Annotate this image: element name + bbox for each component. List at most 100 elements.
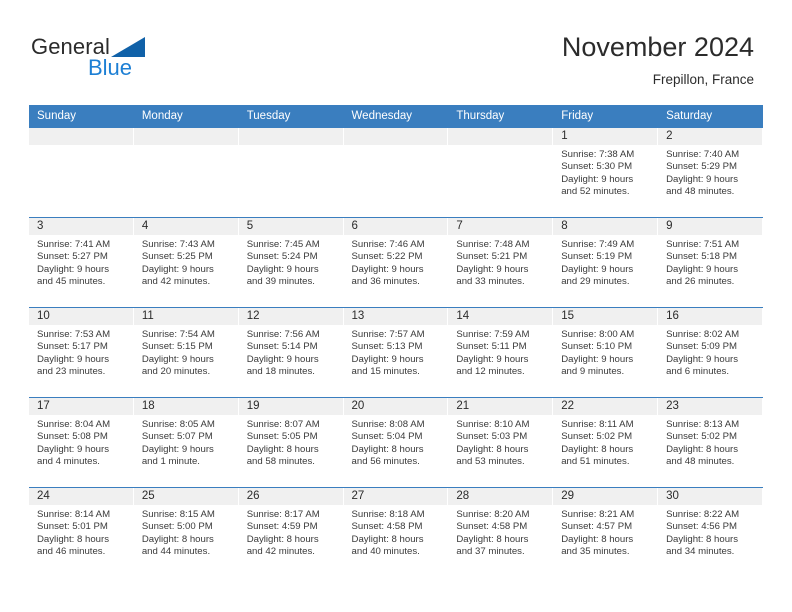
day-detail-sunset: Sunset: 5:19 PM bbox=[561, 251, 633, 263]
day-detail-sunset: Sunset: 5:17 PM bbox=[37, 341, 108, 353]
day-detail-daylight-1: Daylight: 9 hours bbox=[37, 263, 109, 275]
weekday-header-row: Sunday Monday Tuesday Wednesday Thursday… bbox=[29, 105, 763, 128]
day-cell: 20 Sunrise: 8:08 AM Sunset: 5:04 PM Dayligh… bbox=[343, 398, 449, 487]
day-detail-daylight-2: and 51 minutes. bbox=[561, 456, 630, 468]
calendar-day-cell bbox=[343, 127, 449, 218]
day-number: 25 bbox=[133, 488, 238, 505]
day-number: 27 bbox=[343, 488, 448, 505]
weekday-header-sunday: Sunday bbox=[29, 105, 134, 128]
day-cell: 25 Sunrise: 8:15 AM Sunset: 5:00 PM Dayligh… bbox=[133, 488, 239, 577]
day-detail-daylight-2: and 15 minutes. bbox=[351, 366, 420, 378]
day-cell-empty bbox=[238, 128, 344, 217]
calendar-day-cell[interactable]: 15 Sunrise: 8:00 AM Sunset: 5:10 PM Dayligh… bbox=[553, 307, 659, 398]
calendar-day-cell[interactable]: 2 Sunrise: 7:40 AM Sunset: 5:29 PM Daylight… bbox=[658, 127, 763, 218]
day-detail-sunrise: Sunrise: 7:40 AM bbox=[666, 149, 740, 160]
day-detail-daylight-1: Daylight: 9 hours bbox=[351, 263, 424, 275]
calendar-week-row: 17 Sunrise: 8:04 AM Sunset: 5:08 PM Dayligh… bbox=[29, 397, 763, 488]
calendar-day-cell[interactable]: 30 Sunrise: 8:22 AM Sunset: 4:56 PM Dayligh… bbox=[658, 487, 763, 577]
day-detail-daylight-2: and 18 minutes. bbox=[246, 366, 315, 378]
day-detail-daylight-1: Daylight: 9 hours bbox=[351, 353, 424, 365]
calendar-day-cell[interactable]: 18 Sunrise: 8:05 AM Sunset: 5:07 PM Dayligh… bbox=[133, 397, 239, 488]
day-number: 8 bbox=[553, 218, 658, 235]
calendar-day-cell[interactable]: 26 Sunrise: 8:17 AM Sunset: 4:59 PM Dayligh… bbox=[238, 487, 344, 577]
calendar-day-cell[interactable]: 22 Sunrise: 8:11 AM Sunset: 5:02 PM Dayligh… bbox=[553, 397, 659, 488]
day-detail-sunrise: Sunrise: 7:51 AM bbox=[666, 239, 740, 250]
calendar-day-cell[interactable]: 7 Sunrise: 7:48 AM Sunset: 5:21 PM Daylight… bbox=[448, 217, 554, 308]
calendar-day-cell bbox=[29, 127, 134, 218]
calendar-day-cell[interactable]: 19 Sunrise: 8:07 AM Sunset: 5:05 PM Dayligh… bbox=[238, 397, 344, 488]
calendar-day-cell[interactable]: 16 Sunrise: 8:02 AM Sunset: 5:09 PM Dayligh… bbox=[658, 307, 763, 398]
calendar-day-cell[interactable]: 12 Sunrise: 7:56 AM Sunset: 5:14 PM Dayligh… bbox=[238, 307, 344, 398]
day-details: Sunrise: 8:13 AM Sunset: 5:02 PM Daylight:… bbox=[658, 415, 762, 469]
day-detail-sunset: Sunset: 5:18 PM bbox=[666, 251, 737, 263]
calendar-day-cell[interactable]: 8 Sunrise: 7:49 AM Sunset: 5:19 PM Daylight… bbox=[553, 217, 659, 308]
day-cell: 6 Sunrise: 7:46 AM Sunset: 5:22 PM Daylight… bbox=[343, 218, 449, 307]
day-number: 1 bbox=[553, 128, 658, 145]
calendar-day-cell[interactable]: 13 Sunrise: 7:57 AM Sunset: 5:13 PM Dayligh… bbox=[343, 307, 449, 398]
day-detail-sunset: Sunset: 5:14 PM bbox=[246, 341, 318, 353]
day-detail-daylight-2: and 44 minutes. bbox=[141, 546, 211, 558]
day-detail-sunset: Sunset: 5:22 PM bbox=[351, 251, 423, 263]
day-detail-daylight-1: Daylight: 8 hours bbox=[456, 443, 529, 455]
day-detail-sunrise: Sunrise: 7:45 AM bbox=[246, 239, 320, 250]
day-detail-sunset: Sunset: 5:00 PM bbox=[141, 521, 213, 533]
weekday-header-tuesday: Tuesday bbox=[238, 105, 344, 128]
day-details: Sunrise: 7:59 AM Sunset: 5:11 PM Daylight:… bbox=[448, 325, 552, 379]
day-cell: 27 Sunrise: 8:18 AM Sunset: 4:58 PM Dayligh… bbox=[343, 488, 449, 577]
day-number: 23 bbox=[658, 398, 762, 415]
day-details: Sunrise: 8:18 AM Sunset: 4:58 PM Daylight:… bbox=[344, 505, 448, 559]
day-detail-daylight-2: and 39 minutes. bbox=[246, 276, 315, 288]
day-detail-sunrise: Sunrise: 7:43 AM bbox=[141, 239, 215, 250]
calendar-day-cell[interactable]: 4 Sunrise: 7:43 AM Sunset: 5:25 PM Daylight… bbox=[133, 217, 239, 308]
day-detail-sunrise: Sunrise: 8:07 AM bbox=[246, 419, 320, 430]
day-detail-daylight-1: Daylight: 8 hours bbox=[561, 533, 634, 545]
day-detail-daylight-1: Daylight: 8 hours bbox=[246, 443, 319, 455]
day-details: Sunrise: 7:40 AM Sunset: 5:29 PM Daylight:… bbox=[658, 145, 762, 199]
calendar-day-cell[interactable]: 23 Sunrise: 8:13 AM Sunset: 5:02 PM Dayligh… bbox=[658, 397, 763, 488]
day-details: Sunrise: 7:45 AM Sunset: 5:24 PM Daylight:… bbox=[239, 235, 343, 289]
day-number: 9 bbox=[658, 218, 762, 235]
day-number: 15 bbox=[553, 308, 658, 325]
calendar-day-cell[interactable]: 28 Sunrise: 8:20 AM Sunset: 4:58 PM Dayligh… bbox=[448, 487, 554, 577]
day-detail-daylight-2: and 29 minutes. bbox=[561, 276, 630, 288]
day-details: Sunrise: 8:05 AM Sunset: 5:07 PM Daylight:… bbox=[134, 415, 238, 469]
calendar-day-cell[interactable]: 6 Sunrise: 7:46 AM Sunset: 5:22 PM Daylight… bbox=[343, 217, 449, 308]
day-detail-daylight-1: Daylight: 9 hours bbox=[666, 263, 739, 275]
day-details: Sunrise: 8:21 AM Sunset: 4:57 PM Daylight:… bbox=[553, 505, 657, 559]
day-detail-sunset: Sunset: 5:15 PM bbox=[141, 341, 213, 353]
day-detail-daylight-2: and 1 minute. bbox=[141, 456, 200, 468]
calendar-day-cell[interactable]: 14 Sunrise: 7:59 AM Sunset: 5:11 PM Dayligh… bbox=[448, 307, 554, 398]
day-cell: 13 Sunrise: 7:57 AM Sunset: 5:13 PM Dayligh… bbox=[343, 308, 449, 397]
day-detail-sunrise: Sunrise: 8:22 AM bbox=[666, 509, 740, 520]
calendar-day-cell[interactable]: 20 Sunrise: 8:08 AM Sunset: 5:04 PM Dayligh… bbox=[343, 397, 449, 488]
calendar-day-cell[interactable]: 3 Sunrise: 7:41 AM Sunset: 5:27 PM Daylight… bbox=[29, 217, 134, 308]
calendar-day-cell[interactable]: 27 Sunrise: 8:18 AM Sunset: 4:58 PM Dayligh… bbox=[343, 487, 449, 577]
calendar-day-cell[interactable]: 29 Sunrise: 8:21 AM Sunset: 4:57 PM Dayligh… bbox=[553, 487, 659, 577]
day-cell: 16 Sunrise: 8:02 AM Sunset: 5:09 PM Dayligh… bbox=[658, 308, 763, 397]
calendar-day-cell[interactable]: 10 Sunrise: 7:53 AM Sunset: 5:17 PM Dayligh… bbox=[29, 307, 134, 398]
calendar-day-cell[interactable]: 24 Sunrise: 8:14 AM Sunset: 5:01 PM Dayligh… bbox=[29, 487, 134, 577]
general-blue-logo[interactable]: General Blue bbox=[31, 34, 201, 86]
calendar-day-cell[interactable]: 1 Sunrise: 7:38 AM Sunset: 5:30 PM Daylight… bbox=[553, 127, 659, 218]
day-detail-daylight-2: and 4 minutes. bbox=[37, 456, 100, 468]
calendar-day-cell[interactable]: 5 Sunrise: 7:45 AM Sunset: 5:24 PM Daylight… bbox=[238, 217, 344, 308]
day-detail-daylight-2: and 33 minutes. bbox=[456, 276, 525, 288]
day-detail-sunrise: Sunrise: 7:38 AM bbox=[561, 149, 635, 160]
calendar-day-cell[interactable]: 25 Sunrise: 8:15 AM Sunset: 5:00 PM Dayligh… bbox=[133, 487, 239, 577]
day-detail-sunrise: Sunrise: 8:05 AM bbox=[141, 419, 215, 430]
calendar-day-cell[interactable]: 11 Sunrise: 7:54 AM Sunset: 5:15 PM Dayligh… bbox=[133, 307, 239, 398]
day-detail-daylight-1: Daylight: 9 hours bbox=[141, 443, 214, 455]
calendar-day-cell[interactable]: 9 Sunrise: 7:51 AM Sunset: 5:18 PM Daylight… bbox=[658, 217, 763, 308]
day-details: Sunrise: 8:11 AM Sunset: 5:02 PM Daylight:… bbox=[553, 415, 657, 469]
day-detail-daylight-1: Daylight: 8 hours bbox=[246, 533, 319, 545]
day-detail-daylight-2: and 42 minutes. bbox=[141, 276, 211, 288]
calendar-day-cell[interactable]: 21 Sunrise: 8:10 AM Sunset: 5:03 PM Dayligh… bbox=[448, 397, 554, 488]
day-detail-daylight-2: and 23 minutes. bbox=[37, 366, 106, 378]
calendar-day-cell bbox=[133, 127, 239, 218]
day-number: 3 bbox=[29, 218, 133, 235]
calendar-day-cell[interactable]: 17 Sunrise: 8:04 AM Sunset: 5:08 PM Dayligh… bbox=[29, 397, 134, 488]
day-detail-daylight-1: Daylight: 8 hours bbox=[456, 533, 529, 545]
day-details: Sunrise: 8:15 AM Sunset: 5:00 PM Daylight:… bbox=[134, 505, 238, 559]
day-detail-sunrise: Sunrise: 8:02 AM bbox=[666, 329, 740, 340]
calendar-day-cell bbox=[238, 127, 344, 218]
